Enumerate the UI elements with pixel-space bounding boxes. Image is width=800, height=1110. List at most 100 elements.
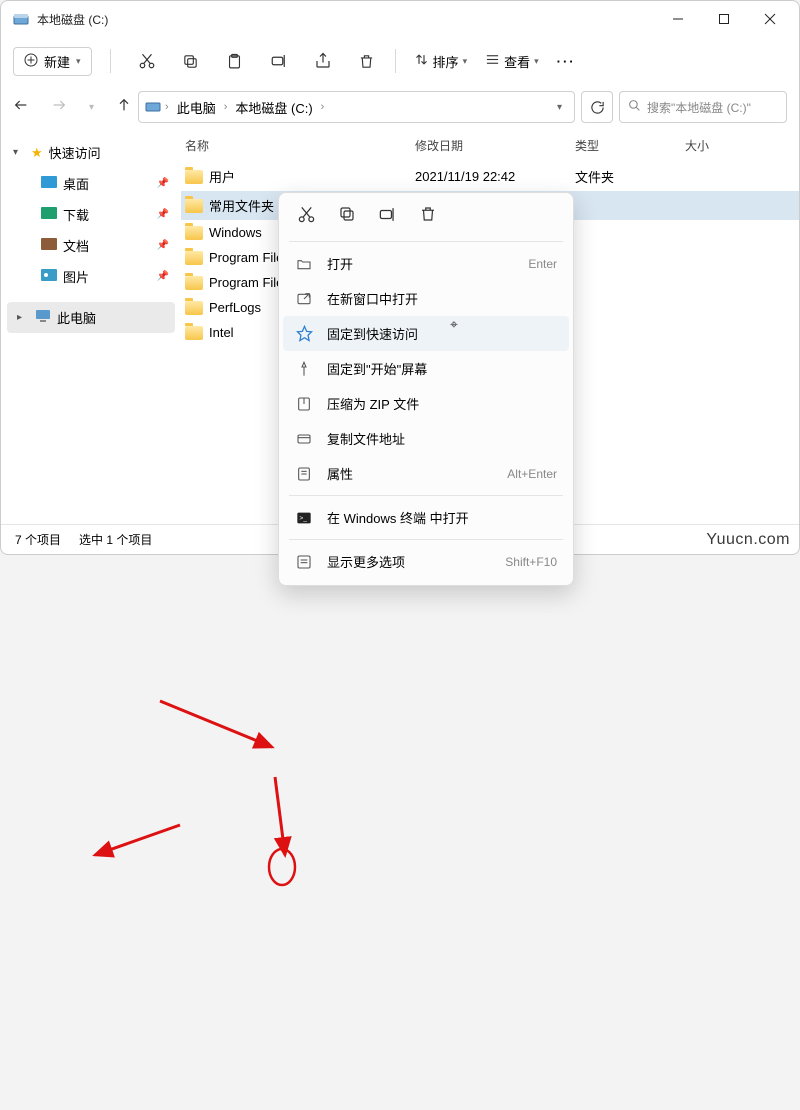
maximize-button[interactable] xyxy=(701,3,747,35)
ctx-label: 在新窗口中打开 xyxy=(327,289,557,308)
pin-icon: 📌 xyxy=(157,271,169,282)
folder-icon xyxy=(41,207,57,222)
folder-icon xyxy=(41,269,57,284)
cut-icon[interactable] xyxy=(297,205,316,227)
properties-icon xyxy=(295,466,313,482)
ctx-pin-start[interactable]: 固定到"开始"屏幕 xyxy=(279,351,573,386)
ctx-open[interactable]: 打开Enter xyxy=(279,246,573,281)
titlebar: 本地磁盘 (C:) xyxy=(1,1,799,37)
rename-icon[interactable] xyxy=(378,205,397,227)
new-label: 新建 xyxy=(44,52,70,71)
recent-dropdown[interactable]: ▾ xyxy=(89,102,94,113)
col-size[interactable]: 大小 xyxy=(685,137,765,154)
sidebar-quick-access[interactable]: ▾ ★ 快速访问 xyxy=(1,137,181,168)
window-title: 本地磁盘 (C:) xyxy=(37,11,655,28)
ctx-shortcut: Shift+F10 xyxy=(505,555,557,569)
paste-icon[interactable] xyxy=(225,51,245,71)
folder-icon xyxy=(41,238,57,253)
ctx-label: 固定到"开始"屏幕 xyxy=(327,359,557,378)
star-icon xyxy=(295,325,313,342)
more-button[interactable]: ··· xyxy=(557,54,576,69)
open-icon xyxy=(295,256,313,272)
col-name[interactable]: 名称 xyxy=(185,137,415,154)
cut-icon[interactable] xyxy=(137,51,157,71)
refresh-button[interactable] xyxy=(581,91,613,123)
folder-icon xyxy=(185,170,203,184)
view-label: 查看 xyxy=(504,52,530,71)
sidebar-this-pc[interactable]: ▸ 此电脑 xyxy=(7,302,175,333)
more-icon xyxy=(295,554,313,570)
file-name: 常用文件夹 xyxy=(209,196,274,215)
ctx-shortcut: Alt+Enter xyxy=(507,467,557,481)
annotation-arrows xyxy=(0,555,800,1110)
chevron-right-icon: › xyxy=(224,101,228,113)
pin-icon: 📌 xyxy=(157,209,169,220)
folder-icon xyxy=(185,226,203,240)
new-button[interactable]: 新建 ▾ xyxy=(13,47,92,76)
chevron-right-icon: › xyxy=(165,101,169,113)
search-placeholder: 搜索"本地磁盘 (C:)" xyxy=(647,99,751,116)
rename-icon[interactable] xyxy=(269,51,289,71)
copy-icon[interactable] xyxy=(338,205,356,227)
chevron-down-icon: ▾ xyxy=(463,56,468,67)
ctx-copy-path[interactable]: 复制文件地址 xyxy=(279,421,573,456)
ctx-label: 压缩为 ZIP 文件 xyxy=(327,394,557,413)
pin-icon xyxy=(295,361,313,377)
ctx-show-more[interactable]: 显示更多选项Shift+F10 xyxy=(279,544,573,579)
ctx-properties[interactable]: 属性Alt+Enter xyxy=(279,456,573,491)
svg-text:>_: >_ xyxy=(299,515,307,522)
breadcrumb-item[interactable]: 本地磁盘 (C:) xyxy=(231,96,316,119)
status-selected: 选中 1 个项目 xyxy=(79,531,152,548)
minimize-button[interactable] xyxy=(655,3,701,35)
pin-icon: 📌 xyxy=(157,240,169,251)
ctx-pin-quick-access[interactable]: 固定到快速访问 xyxy=(283,316,569,351)
file-name: Windows xyxy=(209,225,262,240)
separator xyxy=(289,241,563,242)
search-input[interactable]: 搜索"本地磁盘 (C:)" xyxy=(619,91,787,123)
sidebar-item-documents[interactable]: 文档 📌 xyxy=(1,230,181,261)
delete-icon[interactable] xyxy=(357,51,377,71)
terminal-icon: >_ xyxy=(295,510,313,526)
plus-icon xyxy=(24,53,38,70)
ctx-shortcut: Enter xyxy=(528,257,557,271)
breadcrumb-item[interactable]: 此电脑 xyxy=(173,96,220,119)
ctx-open-terminal[interactable]: >_ 在 Windows 终端 中打开 xyxy=(279,500,573,535)
chevron-down-icon[interactable]: ▾ xyxy=(551,102,568,113)
sort-icon xyxy=(414,52,429,70)
share-icon[interactable] xyxy=(313,51,333,71)
folder-icon xyxy=(41,176,57,191)
breadcrumb[interactable]: › 此电脑 › 本地磁盘 (C:) › ▾ xyxy=(138,91,575,123)
sidebar-label: 文档 xyxy=(63,236,89,255)
ctx-label: 固定到快速访问 xyxy=(327,324,557,343)
folder-icon xyxy=(185,276,203,290)
back-button[interactable] xyxy=(13,97,29,118)
copy-icon[interactable] xyxy=(181,51,201,71)
sidebar-item-desktop[interactable]: 桌面 📌 xyxy=(1,168,181,199)
delete-icon[interactable] xyxy=(419,205,437,227)
forward-button[interactable] xyxy=(51,97,67,118)
chevron-right-icon: ▸ xyxy=(17,312,29,323)
view-button[interactable]: 查看 ▾ xyxy=(485,52,539,71)
file-row[interactable]: 用户2021/11/19 22:42文件夹 xyxy=(181,162,799,191)
status-total: 7 个项目 xyxy=(15,531,61,548)
column-headers: 名称 修改日期 类型 大小 xyxy=(181,129,799,162)
file-name: Intel xyxy=(209,325,234,340)
file-date: 2021/11/19 22:42 xyxy=(415,169,575,184)
view-icon xyxy=(485,52,500,70)
sort-label: 排序 xyxy=(433,52,459,71)
col-type[interactable]: 类型 xyxy=(575,137,685,154)
ctx-compress-zip[interactable]: 压缩为 ZIP 文件 xyxy=(279,386,573,421)
close-button[interactable] xyxy=(747,3,793,35)
sidebar-item-pictures[interactable]: 图片 📌 xyxy=(1,261,181,292)
ctx-open-new-window[interactable]: 在新窗口中打开 xyxy=(279,281,573,316)
cursor-icon: ⌖ xyxy=(450,316,458,333)
up-button[interactable] xyxy=(116,97,132,118)
sidebar-item-downloads[interactable]: 下载 📌 xyxy=(1,199,181,230)
col-date[interactable]: 修改日期 xyxy=(415,137,575,154)
file-name: 用户 xyxy=(209,167,235,186)
ctx-label: 在 Windows 终端 中打开 xyxy=(327,508,557,527)
sidebar-label: 此电脑 xyxy=(57,308,96,327)
sort-button[interactable]: 排序 ▾ xyxy=(414,52,468,71)
chevron-right-icon: › xyxy=(321,101,325,113)
chevron-down-icon: ▾ xyxy=(13,147,25,158)
